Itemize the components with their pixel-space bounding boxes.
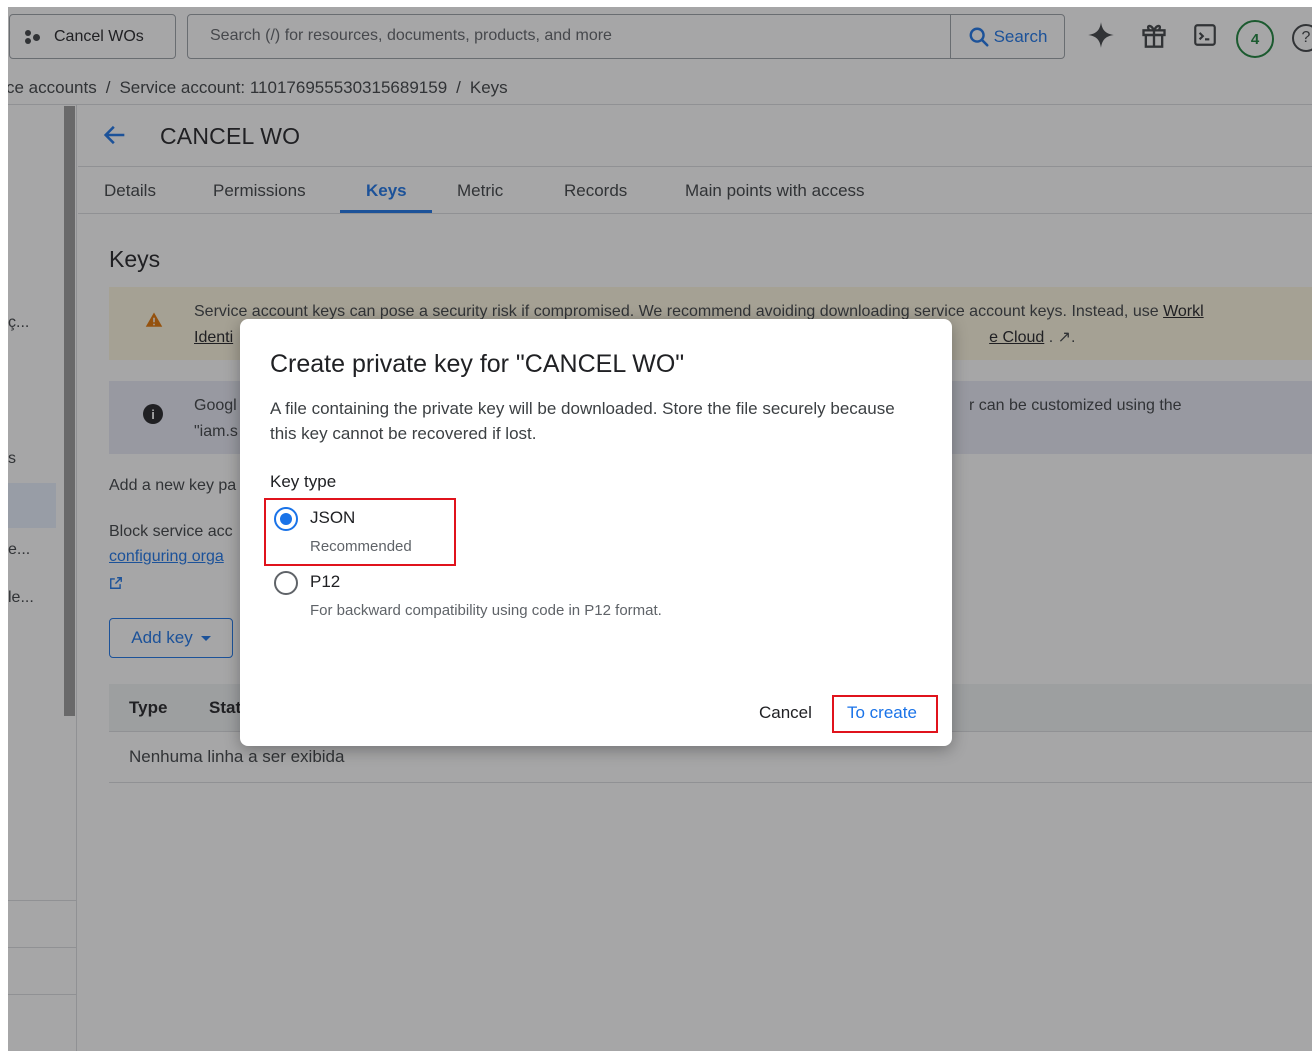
console-page: Cancel WOs Search (/) for resources, doc… — [0, 0, 1312, 1051]
screen-edge-top — [0, 0, 1312, 7]
screen-edge-left — [0, 0, 8, 1051]
dialog-title: Create private key for "CANCEL WO" — [270, 350, 685, 378]
json-highlight-box — [264, 498, 456, 566]
radio-p12-label: P12 — [310, 572, 341, 591]
dialog-description: A file containing the private key will b… — [270, 399, 895, 443]
radio-p12[interactable] — [274, 571, 298, 595]
radio-p12-sublabel: For backward compatibility using code in… — [310, 602, 662, 619]
create-key-dialog: Create private key for "CANCEL WO" A fil… — [240, 319, 952, 746]
key-type-label: Key type — [270, 472, 337, 491]
cancel-button[interactable]: Cancel — [759, 703, 812, 723]
create-highlight-box — [832, 695, 938, 733]
